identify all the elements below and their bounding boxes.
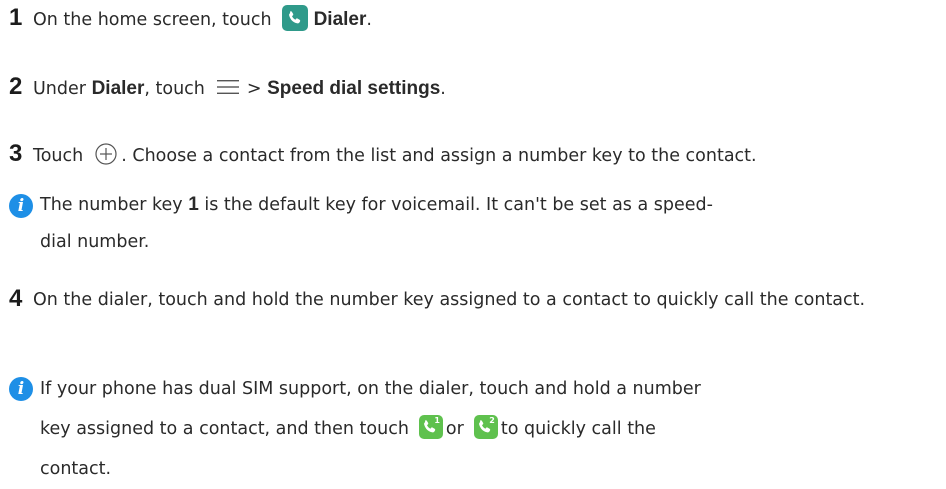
info-icon: i: [9, 377, 33, 401]
step-text: On the home screen, touch Dialer.: [33, 2, 946, 38]
sim1-label: 1: [434, 416, 440, 425]
note-text: If your phone has dual SIM support, on t…: [40, 369, 946, 489]
step-number: 3: [9, 140, 23, 167]
dialer-app-icon: [281, 5, 308, 31]
menu-icon: [216, 72, 239, 94]
sim2-call-icon: 2: [473, 415, 498, 439]
step-4: 4 On the dialer, touch and hold the numb…: [0, 283, 946, 319]
sim1-call-icon: 1: [418, 415, 443, 439]
step-1-dialer-label: Dialer: [313, 9, 367, 30]
step-2-prefix: Under: [33, 79, 86, 99]
step-2: 2 Under Dialer, touch > Speed dial settin…: [0, 71, 946, 107]
sim2-label: 2: [489, 416, 495, 425]
step-3: 3 Touch . Choose a contact from the list …: [0, 138, 946, 174]
note-1-prefix: The number key: [40, 195, 183, 215]
step-number: 4: [9, 285, 23, 312]
note-1-key: 1: [188, 194, 199, 215]
add-circle-icon: [95, 142, 117, 165]
step-2-suffix: .: [440, 79, 446, 99]
note-text: The number key 1 is the default key for …: [40, 186, 946, 261]
step-text: Under Dialer, touch > Speed dial settings…: [33, 71, 946, 107]
step-2-speed-dial-label: Speed dial settings: [267, 78, 441, 99]
step-2-middle: , touch: [144, 79, 205, 99]
note-2-or: or: [445, 419, 464, 439]
step-number: 2: [9, 73, 23, 100]
note-1: i The number key 1 is the default key fo…: [0, 186, 946, 261]
note-2: i If your phone has dual SIM support, on…: [0, 369, 946, 489]
step-1: 1 On the home screen, touch Dialer.: [0, 2, 946, 38]
step-3-suffix: . Choose a contact from the list and ass…: [121, 146, 757, 166]
step-text: Touch . Choose a contact from the list an…: [33, 138, 946, 174]
step-text: On the dialer, touch and hold the number…: [33, 290, 866, 310]
step-3-prefix: Touch: [33, 146, 84, 166]
step-1-prefix: On the home screen, touch: [33, 10, 272, 30]
step-1-suffix: .: [366, 10, 372, 30]
info-icon: i: [9, 194, 33, 218]
step-2-gt: >: [246, 79, 262, 99]
step-2-dialer-label: Dialer: [91, 78, 145, 99]
step-number: 1: [9, 4, 23, 31]
